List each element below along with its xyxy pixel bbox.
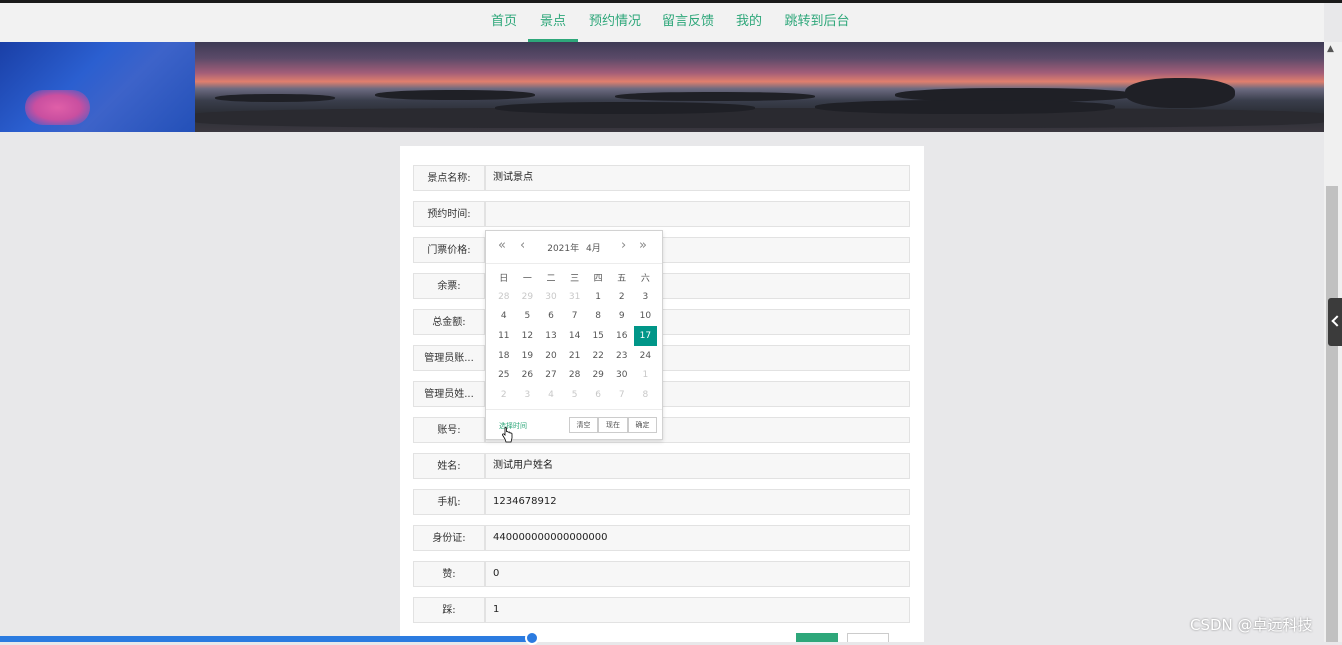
page-load-progress-bar [0, 636, 532, 642]
field-label-ticket-price: 门票价格: [413, 237, 485, 263]
csdn-watermark: CSDN @卓远科技 [1190, 616, 1313, 634]
day-cell[interactable]: 27 [539, 365, 563, 385]
day-cell[interactable]: 30 [610, 365, 634, 385]
banner-image-seascape [195, 42, 1324, 132]
day-cell[interactable]: 7 [563, 307, 587, 327]
field-label-name: 姓名: [413, 453, 485, 479]
day-cell[interactable]: 7 [610, 385, 634, 405]
nav-admin[interactable]: 跳转到后台 [778, 3, 856, 42]
hand-pointer-cursor-icon [502, 427, 513, 443]
day-cell[interactable]: 9 [610, 307, 634, 327]
cancel-button[interactable] [847, 633, 889, 642]
weekday-header: 六 [640, 273, 650, 284]
banner-carousel[interactable] [0, 42, 1324, 132]
day-cell[interactable]: 29 [516, 287, 540, 307]
day-cell[interactable]: 13 [539, 326, 563, 346]
day-cell[interactable]: 2 [492, 385, 516, 405]
field-label-reservation-time: 预约时间: [413, 201, 485, 227]
day-cell[interactable]: 3 [516, 385, 540, 405]
day-cell[interactable]: 8 [634, 385, 658, 405]
day-cell[interactable]: 29 [586, 365, 610, 385]
scroll-up-arrow-icon[interactable]: ▲ [1327, 44, 1334, 54]
weekday-header: 五 [617, 273, 627, 284]
nav-reservations[interactable]: 预约情况 [583, 3, 647, 42]
next-month-icon[interactable]: › [621, 238, 626, 253]
day-cell[interactable]: 10 [634, 307, 658, 327]
month-select[interactable]: 4月 [586, 244, 601, 254]
day-cell[interactable]: 2 [610, 287, 634, 307]
day-cell[interactable]: 24 [634, 346, 658, 366]
day-cell[interactable]: 3 [634, 287, 658, 307]
scrollbar-thumb[interactable] [1326, 186, 1338, 642]
date-grid: 日一二三四五六 28 29 30 31 1 2 3 4 5 6 7 8 9 10 11 12 13 14 15 16 1… [492, 267, 658, 405]
selected-day-cell[interactable]: 17 [633, 326, 658, 346]
day-cell[interactable]: 5 [563, 385, 587, 405]
weekday-header: 日 [499, 273, 509, 284]
day-cell[interactable]: 21 [563, 346, 587, 366]
submit-button[interactable] [796, 633, 838, 642]
weekday-header: 三 [570, 273, 580, 284]
day-cell[interactable]: 15 [586, 326, 610, 346]
progress-knob[interactable] [525, 631, 539, 645]
field-label-admin-account: 管理员账... [413, 345, 485, 371]
day-cell[interactable]: 8 [586, 307, 610, 327]
field-label-likes: 赞: [413, 561, 485, 587]
date-picker-popup: « ‹ 2021年 4月 › » 日一二三四五六 28 29 30 31 1 2 3 4 5 6 7… [485, 230, 663, 440]
likes-input[interactable]: 0 [485, 561, 910, 587]
day-cell[interactable]: 18 [492, 346, 516, 366]
top-nav: 首页 景点 预约情况 留言反馈 我的 跳转到后台 [0, 3, 1324, 42]
nav-feedback[interactable]: 留言反馈 [656, 3, 720, 42]
reservation-time-input[interactable] [485, 201, 910, 227]
weekday-header: 一 [522, 273, 532, 284]
day-cell[interactable]: 28 [492, 287, 516, 307]
day-cell[interactable]: 31 [563, 287, 587, 307]
day-cell[interactable]: 5 [516, 307, 540, 327]
id-card-input[interactable]: 440000000000000000 [485, 525, 910, 551]
next-year-icon[interactable]: » [639, 238, 647, 253]
nav-home[interactable]: 首页 [484, 3, 524, 42]
nav-attractions[interactable]: 景点 [528, 3, 578, 42]
year-select[interactable]: 2021年 [547, 244, 579, 254]
day-cell[interactable]: 4 [492, 307, 516, 327]
field-label-phone: 手机: [413, 489, 485, 515]
day-cell[interactable]: 20 [539, 346, 563, 366]
field-label-attraction-name: 景点名称: [413, 165, 485, 191]
day-cell[interactable]: 30 [539, 287, 563, 307]
day-cell[interactable]: 4 [539, 385, 563, 405]
day-cell[interactable]: 28 [563, 365, 587, 385]
field-label-account: 账号: [413, 417, 485, 443]
date-picker-header: « ‹ 2021年 4月 › » [486, 231, 662, 264]
dislikes-input[interactable]: 1 [485, 597, 910, 623]
day-cell[interactable]: 1 [634, 365, 658, 385]
day-cell[interactable]: 6 [586, 385, 610, 405]
day-cell[interactable]: 19 [516, 346, 540, 366]
field-label-dislikes: 踩: [413, 597, 485, 623]
field-label-total-amount: 总金额: [413, 309, 485, 335]
field-label-id-card: 身份证: [413, 525, 485, 551]
field-label-admin-name: 管理员姓... [413, 381, 485, 407]
day-cell[interactable]: 23 [610, 346, 634, 366]
field-label-remaining-tickets: 余票: [413, 273, 485, 299]
day-cell[interactable]: 1 [586, 287, 610, 307]
day-cell[interactable]: 6 [539, 307, 563, 327]
nav-mine[interactable]: 我的 [730, 3, 768, 42]
day-cell[interactable]: 12 [516, 326, 540, 346]
weekday-header: 四 [593, 273, 603, 284]
day-cell[interactable]: 25 [492, 365, 516, 385]
day-cell[interactable]: 26 [516, 365, 540, 385]
day-cell[interactable]: 14 [563, 326, 587, 346]
confirm-button[interactable]: 确定 [628, 417, 657, 433]
clear-button[interactable]: 清空 [569, 417, 598, 433]
phone-input[interactable]: 1234678912 [485, 489, 910, 515]
side-collapse-tab[interactable] [1328, 298, 1342, 346]
banner-image-left [0, 42, 195, 132]
now-button[interactable]: 现在 [598, 417, 628, 433]
day-cell[interactable]: 16 [610, 326, 634, 346]
attraction-name-input[interactable]: 测试景点 [485, 165, 910, 191]
day-cell[interactable]: 11 [492, 326, 516, 346]
date-picker-title: 2021年 4月 [486, 241, 662, 254]
day-cell[interactable]: 22 [586, 346, 610, 366]
name-input[interactable]: 测试用户姓名 [485, 453, 910, 479]
weekday-header: 二 [546, 273, 556, 284]
